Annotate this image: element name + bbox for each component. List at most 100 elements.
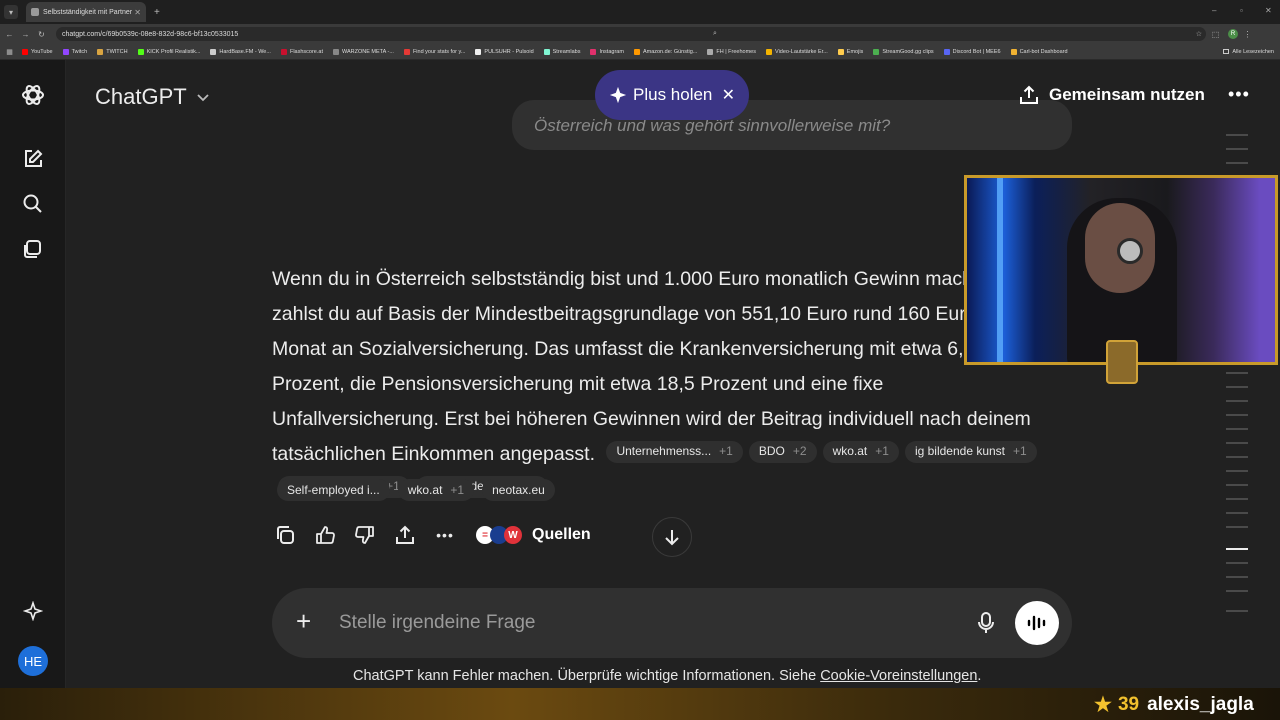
bookmark-item[interactable]: Find your stats for y... <box>403 48 465 55</box>
tab-close-icon[interactable]: ✕ <box>134 8 141 17</box>
bookmark-label: Emojis <box>846 48 864 55</box>
sources-button[interactable]: = W Quellen <box>476 526 591 544</box>
bookmark-item[interactable]: Emojis <box>837 48 864 55</box>
new-tab-icon[interactable]: + <box>154 7 160 18</box>
window-close-icon[interactable]: ✕ <box>1265 6 1272 15</box>
bookmark-label: Streamlabs <box>552 48 581 55</box>
bookmark-item[interactable]: Amazon.de: Günstig... <box>633 48 697 55</box>
bookmark-item[interactable]: Flashscore.at <box>280 48 323 55</box>
minimap-marker[interactable] <box>1226 576 1248 578</box>
minimap-marker[interactable] <box>1226 590 1248 592</box>
bookmark-item[interactable]: YouTube <box>22 48 53 55</box>
minimize-icon[interactable]: – <box>1212 6 1216 15</box>
maximize-icon[interactable]: ▫ <box>1240 6 1243 15</box>
minimap-marker[interactable] <box>1226 512 1248 514</box>
thumbs-up-icon[interactable] <box>314 524 336 546</box>
voice-mode-button[interactable] <box>1015 601 1059 645</box>
minimap-marker[interactable] <box>1226 548 1248 550</box>
bookmark-label: Carl-bot Dashboard <box>1019 48 1068 55</box>
minimap-marker[interactable] <box>1226 400 1248 402</box>
apps-grid-icon[interactable]: ▦ <box>3 48 16 56</box>
chat-composer: + Stelle irgendeine Frage <box>272 588 1072 658</box>
share-button[interactable]: Gemeinsam nutzen <box>1018 84 1205 106</box>
source-chip[interactable]: wko.at +1 <box>822 440 899 463</box>
bookmark-star-icon[interactable]: ☆ <box>1196 30 1202 38</box>
copy-icon[interactable] <box>274 524 296 546</box>
bookmark-item[interactable]: WARZONE META -... <box>332 48 394 55</box>
minimap-marker[interactable] <box>1226 442 1248 444</box>
bookmark-favicon-icon <box>590 48 597 55</box>
bookmark-item[interactable]: Streamlabs <box>543 48 581 55</box>
search-icon[interactable] <box>20 191 46 217</box>
source-chip-count: +2 <box>792 444 807 459</box>
library-icon[interactable] <box>20 236 46 262</box>
minimap-marker[interactable] <box>1226 372 1248 374</box>
minimap-marker[interactable] <box>1226 134 1248 136</box>
bookmark-item[interactable]: Instagram <box>590 48 624 55</box>
led-light <box>997 178 1003 362</box>
reload-icon[interactable]: ↻ <box>35 30 48 39</box>
bookmark-item[interactable]: Discord Bot | MEE6 <box>943 48 1001 55</box>
plus-upgrade-button[interactable]: Plus holen ✕ <box>595 70 749 120</box>
source-chip-count: +1 <box>719 444 733 459</box>
user-avatar[interactable]: HE <box>18 646 48 676</box>
source-chip-label: wko.at <box>407 483 443 497</box>
source-chip[interactable]: neotax.eu <box>482 479 555 501</box>
minimap-marker[interactable] <box>1226 498 1248 500</box>
more-options-icon[interactable]: ••• <box>1228 84 1250 105</box>
minimap-marker[interactable] <box>1226 526 1248 528</box>
url-text: chatgpt.com/c/69b0539c-08e8-832d-98c6-bf… <box>62 30 239 38</box>
model-selector[interactable]: ChatGPT <box>95 84 211 110</box>
bookmark-item[interactable]: KICK Profil Realistik... <box>137 48 200 55</box>
minimap-marker[interactable] <box>1226 414 1248 416</box>
profile-avatar[interactable]: R <box>1228 29 1238 39</box>
bookmark-item[interactable]: PULSUHR - Pulsoid <box>475 48 534 55</box>
minimap-marker[interactable] <box>1226 484 1248 486</box>
minimap-marker[interactable] <box>1226 610 1248 612</box>
all-bookmarks[interactable]: Alle Lesezeichen <box>1223 49 1274 55</box>
minimap-marker[interactable] <box>1226 428 1248 430</box>
source-chip[interactable]: wko.at +1 <box>397 479 475 501</box>
sparkle-icon <box>609 86 627 104</box>
cookie-settings-link[interactable]: Cookie-Voreinstellungen <box>820 668 977 684</box>
bookmark-item[interactable]: FH | Freehomes <box>707 48 756 55</box>
share-icon[interactable] <box>394 524 416 546</box>
source-chip[interactable]: Unternehmenss... +1 <box>606 440 743 463</box>
tab-search-icon[interactable]: ▾ <box>4 5 18 19</box>
browser-tab[interactable]: Selbstständigkeit mit Partner ✕ <box>26 2 146 22</box>
minimap-marker[interactable] <box>1226 456 1248 458</box>
openai-logo-icon[interactable] <box>20 82 46 108</box>
thumbs-down-icon[interactable] <box>354 524 376 546</box>
bookmark-label: Discord Bot | MEE6 <box>952 48 1001 55</box>
minimap-marker[interactable] <box>1226 386 1248 388</box>
source-chip-count: +1 <box>450 483 465 497</box>
extensions-icon[interactable]: ⬚ <box>1209 30 1222 39</box>
browser-menu-icon[interactable]: ⋮ <box>1241 30 1254 39</box>
more-actions-icon[interactable]: ••• <box>434 524 456 546</box>
bookmark-item[interactable]: Carl-bot Dashboard <box>1010 48 1068 55</box>
back-icon[interactable]: ← <box>3 30 16 39</box>
forward-icon[interactable]: → <box>19 30 32 39</box>
new-chat-icon[interactable] <box>20 146 46 172</box>
source-chip[interactable]: Self-employed i... <box>277 479 390 501</box>
source-chip[interactable]: BDO +2 <box>748 440 817 463</box>
close-icon[interactable]: ✕ <box>722 85 735 105</box>
minimap-marker[interactable] <box>1226 470 1248 472</box>
bookmark-label: WARZONE META -... <box>341 48 394 55</box>
scroll-down-button[interactable] <box>652 517 692 557</box>
prompt-input[interactable]: Stelle irgendeine Frage <box>339 612 535 634</box>
source-chip[interactable]: ig bildende kunst +1 <box>904 440 1037 463</box>
url-field[interactable]: chatgpt.com/c/69b0539c-08e8-832d-98c6-bf… <box>56 27 1206 41</box>
bookmark-item[interactable]: Twitch <box>62 48 87 55</box>
minimap-marker[interactable] <box>1226 162 1248 164</box>
bookmark-item[interactable]: HardBase.FM - We... <box>210 48 271 55</box>
bookmark-item[interactable]: TWITCH <box>97 48 128 55</box>
zoom-icon[interactable]: ⌕ <box>713 30 717 38</box>
bookmark-item[interactable]: Video-Lautstärke Er... <box>766 48 828 55</box>
microphone-icon[interactable] <box>975 611 997 640</box>
add-attachment-icon[interactable]: + <box>296 608 311 634</box>
minimap-marker[interactable] <box>1226 562 1248 564</box>
bookmark-item[interactable]: StreamGood.gg clips <box>873 48 934 55</box>
sparkle-icon[interactable] <box>20 598 46 624</box>
minimap-marker[interactable] <box>1226 148 1248 150</box>
